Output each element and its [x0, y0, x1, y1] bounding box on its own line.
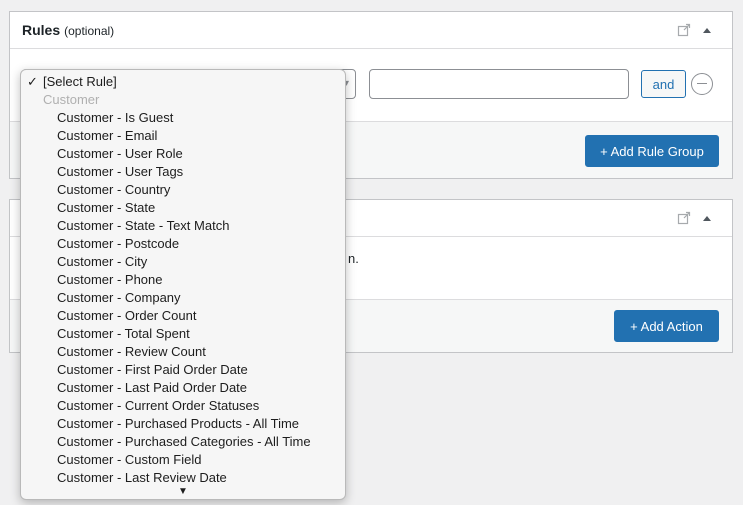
dropdown-option[interactable]: Customer - Country	[21, 181, 345, 199]
selected-option-label: [Select Rule]	[43, 74, 117, 89]
add-action-button[interactable]: + Add Action	[614, 310, 719, 342]
and-button[interactable]: and	[641, 70, 686, 98]
dropdown-option[interactable]: Customer - Postcode	[21, 235, 345, 253]
rules-title: Rules	[22, 22, 61, 38]
rules-panel-title: Rules (optional)	[22, 22, 114, 38]
add-rule-group-button[interactable]: + Add Rule Group	[585, 135, 719, 167]
rules-optional-label: (optional)	[64, 24, 115, 38]
popout-icon[interactable]	[677, 211, 691, 225]
dropdown-option[interactable]: Customer - Last Paid Order Date	[21, 379, 345, 397]
dropdown-option[interactable]: Customer - Purchased Categories - All Ti…	[21, 433, 345, 451]
dropdown-option[interactable]: Customer - Custom Field	[21, 451, 345, 469]
dropdown-option[interactable]: Customer - Purchased Products - All Time	[21, 415, 345, 433]
rule-value-input[interactable]	[369, 69, 629, 99]
dropdown-option[interactable]: Customer - Company	[21, 289, 345, 307]
dropdown-option[interactable]: Customer - State - Text Match	[21, 217, 345, 235]
dropdown-option[interactable]: Customer - Is Guest	[21, 109, 345, 127]
dropdown-option[interactable]: Customer - Last Review Date	[21, 469, 345, 483]
dropdown-option[interactable]: Customer - Email	[21, 127, 345, 145]
checkmark-icon: ✓	[27, 74, 38, 89]
popout-icon[interactable]	[677, 23, 691, 37]
rule-dropdown-menu: ✓ [Select Rule] Customer Customer - Is G…	[20, 69, 346, 500]
dropdown-option[interactable]: Customer - Total Spent	[21, 325, 345, 343]
rules-panel-header: Rules (optional)	[10, 12, 732, 49]
dropdown-option[interactable]: Customer - City	[21, 253, 345, 271]
dropdown-option[interactable]: Customer - Phone	[21, 271, 345, 289]
actions-description: n.	[348, 251, 359, 266]
scroll-down-arrow-icon[interactable]: ▼	[21, 486, 345, 497]
remove-rule-icon[interactable]	[691, 73, 713, 95]
collapse-arrow-icon[interactable]	[700, 23, 714, 37]
dropdown-option[interactable]: Customer - Review Count	[21, 343, 345, 361]
dropdown-option[interactable]: Customer - User Tags	[21, 163, 345, 181]
dropdown-option[interactable]: Customer - First Paid Order Date	[21, 361, 345, 379]
dropdown-group-label: Customer	[43, 92, 100, 107]
dropdown-option-selected[interactable]: ✓ [Select Rule]	[21, 73, 345, 91]
dropdown-option-list: ✓ [Select Rule] Customer Customer - Is G…	[21, 73, 345, 483]
collapse-arrow-icon[interactable]	[700, 211, 714, 225]
dropdown-option[interactable]: Customer - State	[21, 199, 345, 217]
dropdown-option[interactable]: Customer - User Role	[21, 145, 345, 163]
dropdown-option[interactable]: Customer - Order Count	[21, 307, 345, 325]
dropdown-option[interactable]: Customer - Current Order Statuses	[21, 397, 345, 415]
